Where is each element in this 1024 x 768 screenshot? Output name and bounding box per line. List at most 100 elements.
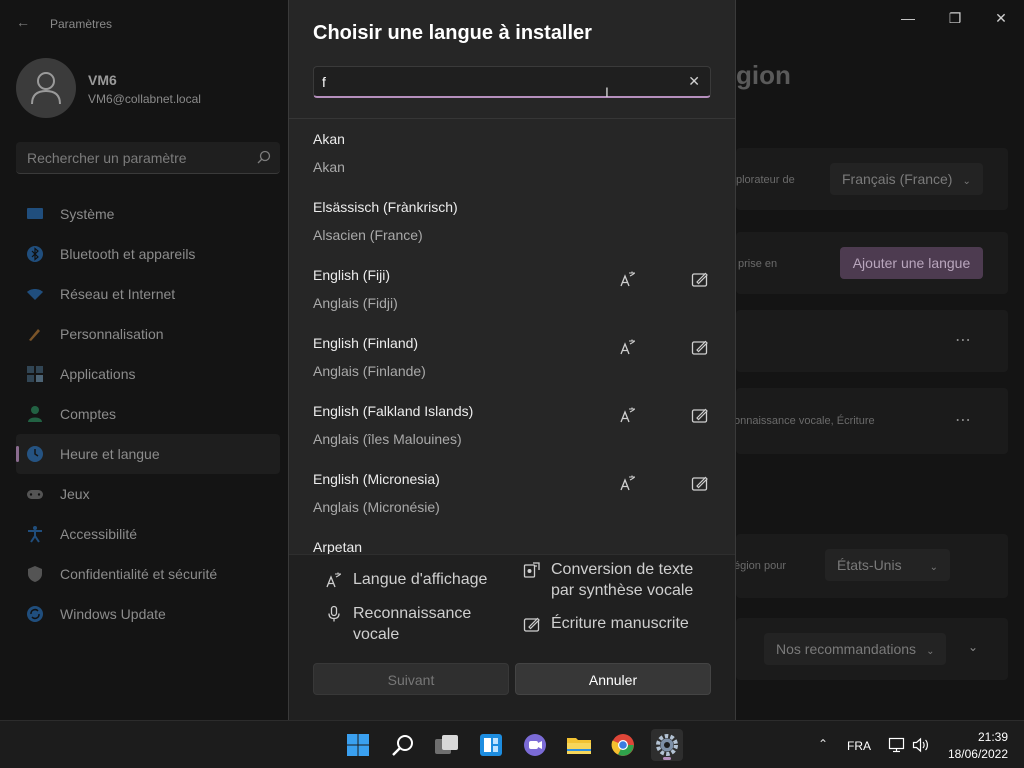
dropdown-value: États-Unis	[837, 557, 902, 573]
sidebar-item-label: Personnalisation	[60, 326, 164, 342]
language-native-name: Elsässisch (Frànkrisch)	[313, 199, 458, 215]
language-list-item[interactable]: Arpetan	[289, 528, 735, 554]
next-button[interactable]: Suivant	[313, 663, 509, 695]
start-icon[interactable]	[342, 729, 374, 761]
language-list-item[interactable]: English (Falkland Islands) Anglais (îles …	[289, 392, 735, 460]
card-text: onnaissance vocale, Écriture	[734, 415, 875, 427]
sidebar-item-windows-update[interactable]: Windows Update	[16, 594, 280, 634]
feature-label: Écriture manuscrite	[551, 615, 689, 632]
maximize-button[interactable]: ❐	[940, 8, 970, 28]
sidebar-item-applications[interactable]: Applications	[16, 354, 280, 394]
regional-format-dropdown[interactable]: Nos recommandations ⌄	[764, 633, 947, 665]
dialog-title: Choisir une langue à installer	[313, 22, 592, 44]
app-title: Paramètres	[50, 17, 113, 31]
handwriting-icon	[691, 338, 709, 356]
system-icon	[26, 205, 44, 223]
language-native-name: English (Fiji)	[313, 267, 391, 283]
language-local-name: Anglais (Fidji)	[313, 295, 398, 311]
clock-date[interactable]: 18/06/2022	[938, 747, 1008, 761]
sidebar-item-jeux[interactable]: Jeux	[16, 474, 280, 514]
feature-label: Conversion de texte par synthèse vocale	[551, 561, 694, 599]
feature-speech-recognition: Reconnaissance vocale	[325, 603, 495, 645]
display-language-icon	[619, 338, 637, 356]
chrome-icon[interactable]	[607, 729, 639, 761]
accounts-icon	[26, 405, 44, 423]
volume-icon[interactable]	[912, 737, 930, 753]
language-search-input[interactable]	[322, 72, 672, 92]
handwriting-icon	[691, 474, 709, 492]
sidebar-item-reseau-et-internet[interactable]: Réseau et Internet	[16, 274, 280, 314]
language-list-item[interactable]: Elsässisch (Frànkrisch) Alsacien (France)	[289, 188, 735, 256]
divider	[289, 118, 735, 119]
language-features-legend: Langue d'affichage Reconnaissance vocale…	[289, 554, 735, 720]
card-text: égion pour	[734, 560, 786, 572]
add-language-button[interactable]: Ajouter une langue	[840, 247, 983, 279]
language-native-name: Arpetan	[313, 539, 363, 554]
chevron-down-icon: ⌄	[929, 562, 938, 573]
windows-display-language-dropdown[interactable]: Français (France) ⌄	[830, 163, 983, 195]
wifi-icon	[26, 285, 44, 303]
sidebar-item-accessibilite[interactable]: Accessibilité	[16, 514, 280, 554]
sidebar-item-label: Jeux	[60, 486, 90, 502]
more-options-icon[interactable]: ⋯	[955, 330, 972, 350]
sidebar-item-comptes[interactable]: Comptes	[16, 394, 280, 434]
language-list-item[interactable]: English (Finland) Anglais (Finlande)	[289, 324, 735, 392]
back-arrow-icon[interactable]: ←	[16, 14, 32, 30]
sidebar-item-label: Windows Update	[60, 606, 166, 622]
settings-icon[interactable]	[651, 729, 683, 761]
task-view-icon[interactable]	[431, 729, 463, 761]
feature-display-language: Langue d'affichage	[325, 569, 487, 590]
clear-search-icon[interactable]: ✕	[688, 73, 700, 90]
user-icon	[31, 72, 61, 105]
language-native-name: English (Finland)	[313, 335, 419, 351]
chevron-down-icon: ⌄	[926, 646, 935, 657]
country-region-dropdown[interactable]: États-Unis ⌄	[825, 549, 950, 581]
expand-chevron-icon[interactable]: ⌄	[968, 640, 978, 654]
feature-handwriting: Écriture manuscrite	[523, 613, 689, 634]
network-icon[interactable]	[888, 737, 906, 753]
sidebar-item-confidentialite-et-securite[interactable]: Confidentialité et sécurité	[16, 554, 280, 594]
dropdown-value: Français (France)	[842, 171, 953, 187]
sidebar-item-label: Réseau et Internet	[60, 286, 176, 302]
language-list-item[interactable]: English (Micronesia) Anglais (Micronésie)	[289, 460, 735, 528]
sidebar-item-bluetooth-et-appareils[interactable]: Bluetooth et appareils	[16, 234, 280, 274]
sidebar-item-heure-et-langue[interactable]: Heure et langue	[16, 434, 280, 474]
handwriting-icon	[691, 270, 709, 288]
update-icon	[26, 605, 44, 623]
handwriting-icon	[691, 406, 709, 424]
language-local-name: Anglais (Finlande)	[313, 363, 426, 379]
cancel-button[interactable]: Annuler	[515, 663, 711, 695]
more-options-icon[interactable]: ⋯	[955, 410, 972, 430]
minimize-button[interactable]: —	[893, 8, 923, 28]
display-language-icon	[619, 474, 637, 492]
sidebar-item-label: Bluetooth et appareils	[60, 246, 196, 262]
language-native-name: English (Micronesia)	[313, 471, 440, 487]
choose-language-dialog: Choisir une langue à installer ✕ I AkanA…	[288, 0, 736, 720]
sidebar-item-systeme[interactable]: Système	[16, 194, 280, 234]
search-icon	[257, 150, 271, 169]
language-local-name: Alsacien (France)	[313, 227, 423, 243]
close-button[interactable]: ✕	[986, 8, 1016, 28]
widgets-icon[interactable]	[475, 729, 507, 761]
card-text: plorateur de	[736, 174, 795, 186]
sidebar-nav: Système Bluetooth et appareils Réseau et I…	[16, 194, 280, 634]
file-explorer-icon[interactable]	[563, 729, 595, 761]
sidebar-item-personnalisation[interactable]: Personnalisation	[16, 314, 280, 354]
language-list-item[interactable]: English (Fiji) Anglais (Fidji)	[289, 256, 735, 324]
teams-chat-icon[interactable]	[519, 729, 551, 761]
shield-icon	[26, 565, 44, 583]
search-placeholder: Rechercher un paramètre	[27, 150, 187, 166]
show-hidden-icons-icon[interactable]: ⌃	[818, 737, 828, 751]
settings-search-input[interactable]: Rechercher un paramètre	[16, 142, 280, 174]
language-search-box[interactable]: ✕	[313, 66, 711, 98]
dropdown-value: Nos recommandations	[776, 641, 917, 657]
user-name: VM6	[88, 72, 117, 88]
search-icon[interactable]	[387, 729, 419, 761]
active-indicator	[663, 757, 671, 760]
taskbar: ⌃ FRA 21:39 18/06/2022	[0, 720, 1024, 768]
apps-icon	[26, 365, 44, 383]
language-list[interactable]: Akan Akan Elsässisch (Frànkrisch) Alsacien …	[289, 120, 735, 554]
input-language-indicator[interactable]: FRA	[847, 739, 871, 753]
clock-time[interactable]: 21:39	[948, 730, 1008, 744]
language-list-item[interactable]: Akan Akan	[289, 120, 735, 188]
